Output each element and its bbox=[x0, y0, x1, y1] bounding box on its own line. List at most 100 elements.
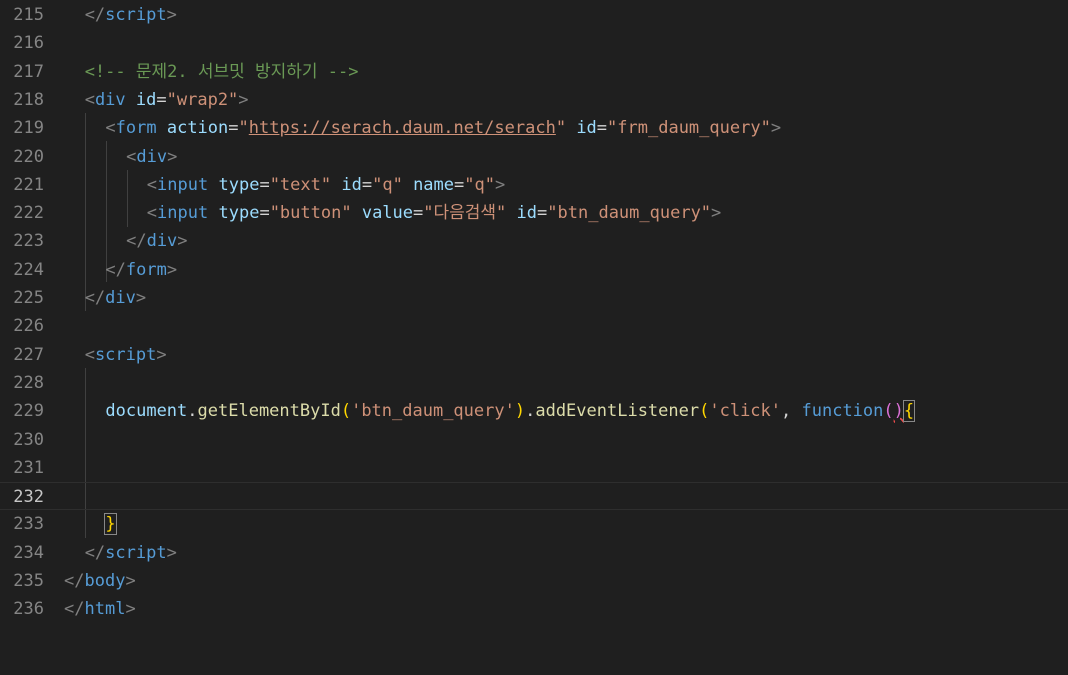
line-code: <form action="https://serach.daum.net/se… bbox=[105, 114, 781, 142]
code-token: function bbox=[801, 401, 884, 422]
code-token: > bbox=[156, 344, 167, 365]
code-token: ) bbox=[893, 401, 904, 422]
code-token: > bbox=[166, 259, 178, 280]
code-token: </ bbox=[126, 231, 147, 252]
code-token: = bbox=[228, 118, 239, 139]
line-code: </html> bbox=[64, 595, 136, 623]
code-token: </ bbox=[84, 288, 106, 308]
code-line[interactable]: 225 </div> bbox=[0, 284, 1068, 312]
code-line[interactable]: 219 <form action="https://serach.daum.net… bbox=[0, 114, 1068, 142]
code-token: . bbox=[187, 401, 198, 422]
code-line[interactable]: 223 </div> bbox=[0, 227, 1068, 255]
code-line[interactable]: 224 </form> bbox=[0, 256, 1068, 284]
line-code: </div> bbox=[85, 284, 146, 312]
line-number: 235 bbox=[13, 571, 44, 591]
code-token: id bbox=[341, 174, 362, 195]
code-token: html bbox=[84, 599, 126, 620]
code-line[interactable]: 226 bbox=[0, 312, 1068, 340]
code-token: action bbox=[166, 118, 229, 139]
line-number: 223 bbox=[13, 231, 44, 252]
line-number: 217 bbox=[13, 61, 44, 82]
code-token: div bbox=[94, 89, 126, 110]
line-number: 232 bbox=[13, 487, 44, 508]
code-token: > bbox=[166, 542, 177, 563]
code-line[interactable]: 218 <div id="wrap2"> bbox=[0, 86, 1068, 114]
code-token: > bbox=[125, 599, 136, 620]
line-code: </form> bbox=[105, 256, 177, 284]
code-token: "frm_daum_query" bbox=[607, 118, 771, 139]
line-number: 228 bbox=[13, 372, 44, 393]
code-token: value bbox=[361, 203, 414, 224]
code-line[interactable]: 232 bbox=[0, 482, 1068, 511]
code-token: , bbox=[781, 401, 802, 422]
code-line[interactable]: 233} bbox=[0, 510, 1068, 538]
code-token: = bbox=[259, 174, 270, 195]
code-line[interactable]: 222 <input type="button" value="다음검색" id=… bbox=[0, 199, 1068, 227]
line-number: 229 bbox=[13, 401, 44, 422]
code-line[interactable]: 216 bbox=[0, 29, 1068, 57]
code-token: ( bbox=[340, 401, 352, 422]
code-token: form bbox=[125, 259, 167, 280]
code-token: ( bbox=[883, 401, 894, 422]
code-token: getElementById bbox=[197, 401, 341, 422]
code-token: < bbox=[105, 118, 116, 139]
code-token: > bbox=[177, 231, 188, 252]
code-line[interactable]: 227 <script> bbox=[0, 341, 1068, 369]
code-token: div bbox=[105, 288, 136, 308]
code-token: = bbox=[454, 174, 465, 195]
code-token: </ bbox=[64, 599, 85, 620]
code-token: " bbox=[555, 118, 567, 139]
code-token: > bbox=[711, 203, 722, 224]
code-line[interactable]: 231 bbox=[0, 454, 1068, 482]
code-token: . bbox=[525, 401, 536, 422]
code-line[interactable]: 234 </script> bbox=[0, 539, 1068, 567]
code-token: div bbox=[136, 146, 168, 167]
code-token: } bbox=[104, 513, 117, 536]
code-token: script bbox=[105, 542, 167, 563]
code-line[interactable]: 221 <input type="text" id="q" name="q"> bbox=[0, 171, 1068, 199]
code-line[interactable]: 236 </html> bbox=[0, 595, 1068, 623]
code-token: ) bbox=[514, 401, 526, 422]
code-line[interactable]: 230 bbox=[0, 426, 1068, 454]
code-token: </ bbox=[84, 542, 106, 563]
line-number: 233 bbox=[13, 514, 44, 535]
code-token: addEventListener bbox=[535, 401, 700, 422]
line-number: 234 bbox=[13, 542, 44, 563]
code-token: = bbox=[259, 203, 270, 224]
code-token: "button" bbox=[269, 203, 352, 224]
line-code: } bbox=[104, 510, 117, 538]
code-token: > bbox=[770, 118, 782, 139]
code-token: > bbox=[135, 288, 147, 308]
code-token: type bbox=[218, 174, 260, 195]
code-line[interactable]: 235 </body> bbox=[0, 567, 1068, 595]
line-code: <script> bbox=[85, 341, 167, 369]
code-token: input bbox=[157, 203, 209, 224]
code-token: = bbox=[413, 203, 424, 224]
code-token: id bbox=[576, 118, 597, 139]
line-number: 236 bbox=[13, 599, 44, 620]
code-line[interactable]: 220 <div> bbox=[0, 143, 1068, 171]
code-token: < bbox=[146, 203, 158, 224]
line-code: </script> bbox=[85, 1, 177, 29]
code-token: ( bbox=[699, 401, 710, 422]
code-token: script bbox=[94, 344, 157, 365]
code-line[interactable]: 228 bbox=[0, 369, 1068, 397]
code-token: https://serach.daum.net/serach bbox=[248, 118, 556, 139]
code-line[interactable]: 229 document.getElementById('btn_daum_que… bbox=[0, 397, 1068, 425]
code-token: = bbox=[361, 174, 373, 195]
code-token: body bbox=[84, 571, 126, 591]
code-token: { bbox=[902, 400, 916, 423]
code-token: < bbox=[146, 174, 158, 195]
code-token: " bbox=[238, 118, 249, 139]
code-line[interactable]: 217 <!-- 문제2. 서브밋 방지하기 --> bbox=[0, 58, 1068, 86]
code-line[interactable]: 215 </script> bbox=[0, 1, 1068, 29]
code-token: = bbox=[156, 89, 167, 110]
code-editor[interactable]: 215 </script> 216 217 <!-- 문제2. 서브밋 방지하기 -->… bbox=[0, 0, 1068, 675]
line-number: 219 bbox=[13, 118, 44, 139]
code-token: </ bbox=[84, 5, 106, 25]
